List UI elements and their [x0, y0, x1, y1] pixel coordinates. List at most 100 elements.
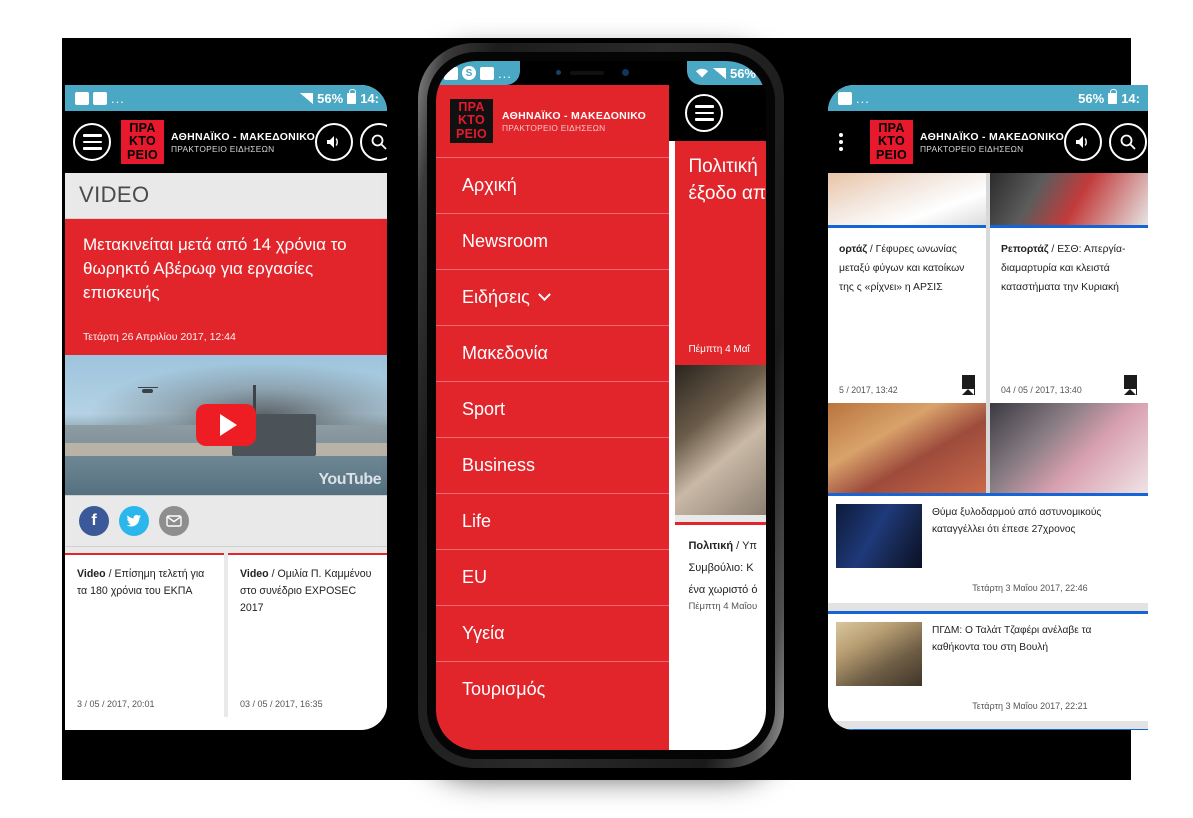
brand-logo[interactable]: ΠΡΑ ΚΤΟ ΡΕΙΟ ΑΘΗΝΑΪΚΟ - ΜΑΚΕΔΟΝΙΚΟ ΠΡΑΚΤ…	[121, 120, 315, 164]
card-date: 03 / 05 / 2017, 16:35	[240, 699, 323, 709]
sound-button[interactable]	[315, 123, 354, 161]
clock-label: 14:	[1121, 90, 1140, 106]
list-item[interactable]: Πολιτική / Υπ Συμβούλιο: Κ ένα χωριστό ό…	[675, 522, 766, 622]
list-item[interactable]: Θύμα ξυλοδαρμού από αστυνομικούς καταγγέ…	[828, 493, 1148, 603]
center-phone-screen: S ... 56% ΠΡΑ ΚΤΟ ΡΕΙΟ ΑΘΗΝΑΪΚΟ - ΜΑΚΕΔΟ…	[436, 61, 766, 750]
brand-text: ΑΘΗΝΑΪΚΟ - ΜΑΚΕΔΟΝΙΚΟ ΠΡΑΚΤΟΡΕΙΟ ΕΙΔΗΣΕΩ…	[920, 131, 1064, 154]
status-overflow-dots: ...	[498, 65, 512, 81]
twitter-share-button[interactable]	[119, 506, 149, 536]
logo-line-3: ΡΕΙΟ	[455, 126, 488, 141]
youtube-play-button[interactable]	[196, 404, 256, 446]
status-right-group: 56% 14:	[300, 88, 387, 106]
status-overflow-dots: ...	[856, 90, 870, 106]
card-title: Video / Ομιλία Π. Καμμένου στο συνέδριο …	[240, 566, 375, 617]
menu-item-sport[interactable]: Sport	[436, 381, 670, 437]
tile-kicker: ορτάζ	[839, 244, 868, 255]
menu-button[interactable]	[73, 123, 111, 161]
card-date: Πέμπτη 4 Μαΐου	[688, 601, 758, 612]
card-kicker: Πολιτική	[688, 540, 734, 552]
search-button[interactable]	[1109, 123, 1148, 161]
status-right-group: 56% 14:	[1078, 88, 1148, 106]
brand-subtitle: ΠΡΑΚΤΟΡΕΙΟ ΕΙΔΗΣΕΩΝ	[502, 122, 606, 133]
menu-item-tourismos[interactable]: Τουρισμός	[436, 661, 670, 717]
bookmark-icon[interactable]	[1124, 375, 1137, 395]
more-vertical-icon	[839, 133, 843, 151]
list-item[interactable]: ορτάζ / Γέφυρες ωνωνίας μεταξύ φύγων και…	[828, 225, 986, 403]
menu-item-life[interactable]: Life	[436, 493, 670, 549]
right-app-bar: ΠΡΑ ΚΤΟ ΡΕΙΟ ΑΘΗΝΑΪΚΟ - ΜΑΚΕΔΟΝΙΚΟ ΠΡΑΚΤ…	[828, 111, 1148, 173]
chevron-down-icon	[537, 288, 551, 302]
list-item-thumbnail	[836, 504, 922, 568]
drawer-close-area	[669, 85, 766, 141]
list-item-body: Θύμα ξυλοδαρμού από αστυνομικούς καταγγέ…	[932, 504, 1128, 593]
menu-item-makedonia[interactable]: Μακεδονία	[436, 325, 670, 381]
hero-title-line-2: έξοδο απ	[688, 183, 766, 204]
bookmark-icon[interactable]	[962, 375, 975, 395]
right-phone-mockup: ... 56% 14: ΠΡΑ ΚΤΟ ΡΕΙΟ ΑΘΗΝΑΪΚΟ - ΜΑΚΕ…	[828, 85, 1148, 730]
divider	[675, 515, 766, 522]
list-item[interactable]: Video / Ομιλία Π. Καμμένου στο συνέδριο …	[228, 553, 387, 717]
sound-button[interactable]	[1064, 123, 1103, 161]
left-phone-mockup: ... 56% 14: ΠΡΑ ΚΤΟ ΡΕΙΟ ΑΘΗΝΑΪΚΟ - ΜΑΚΕ…	[65, 85, 387, 730]
video-card-list: Video / Επίσημη τελετή για τα 180 χρόνια…	[65, 547, 387, 717]
tile-title: Ρεπορτάζ / ΕΣΘ: Απεργία-διαμαρτυρία και …	[1001, 240, 1137, 297]
hero-photo-helicopter	[138, 386, 159, 393]
hero-article[interactable]: Μετακινείται μετά από 14 χρόνια το θωρηκ…	[65, 219, 387, 355]
hero-date: Πέμπτη 4 Μαΐ	[688, 344, 750, 355]
divider	[828, 721, 1148, 729]
signal-bars-icon	[300, 92, 314, 104]
tile-photo	[990, 173, 1148, 225]
list-item[interactable]: ΠΓΔΜ: Ο Ταλάτ Τζαφέρι ανέλαβε τα καθήκον…	[828, 611, 1148, 721]
earpiece-speaker-icon	[570, 71, 604, 75]
brand-title: ΑΘΗΝΑΪΚΟ - ΜΑΚΕΔΟΝΙΚΟ	[502, 109, 647, 122]
status-right-group: 56%	[686, 61, 766, 85]
close-drawer-button[interactable]	[685, 94, 724, 132]
center-phone-mockup: S ... 56% ΠΡΑ ΚΤΟ ΡΕΙΟ ΑΘΗΝΑΪΚΟ - ΜΑΚΕΔΟ…	[418, 43, 784, 768]
menu-item-label: Τουρισμός	[462, 679, 546, 699]
menu-item-eidiseis[interactable]: Ειδήσεις	[436, 269, 670, 325]
brand-text: ΑΘΗΝΑΪΚΟ - ΜΑΚΕΔΟΝΙΚΟ ΠΡΑΚΤΟΡΕΙΟ ΕΙΔΗΣΕΩ…	[171, 131, 315, 154]
list-item[interactable]: Video / Επίσημη τελετή για τα 180 χρόνια…	[65, 553, 224, 717]
status-left-group: S ...	[436, 61, 520, 85]
hamburger-icon	[694, 105, 714, 121]
section-title: VIDEO	[65, 173, 387, 219]
hero-article[interactable]: Πολιτική έξοδο απ Πέμπτη 4 Μαΐ	[675, 141, 766, 365]
brand-subtitle: ΠΡΑΚΤΟΡΕΙΟ ΕΙΔΗΣΕΩΝ	[171, 143, 275, 154]
facebook-share-button[interactable]: f	[79, 506, 109, 536]
overflow-menu-button[interactable]	[828, 123, 860, 161]
brand-logo[interactable]: ΠΡΑ ΚΤΟ ΡΕΙΟ ΑΘΗΝΑΪΚΟ - ΜΑΚΕΔΟΝΙΚΟ ΠΡΑΚΤ…	[870, 120, 1064, 164]
divider	[828, 603, 1148, 611]
left-app-bar: ΠΡΑ ΚΤΟ ΡΕΙΟ ΑΘΗΝΑΪΚΟ - ΜΑΚΕΔΟΝΙΚΟ ΠΡΑΚΤ…	[65, 111, 387, 173]
tile-grid: ορτάζ / Γέφυρες ωνωνίας μεταξύ φύγων και…	[828, 225, 1148, 403]
article-photo	[990, 403, 1148, 493]
drawer-menu-list: Αρχική Newsroom Ειδήσεις Μακεδονία Sport…	[436, 157, 670, 750]
card-title: Video / Επίσημη τελετή για τα 180 χρόνια…	[77, 566, 212, 600]
logo-line-1: ΠΡΑ	[129, 120, 156, 135]
menu-item-label: EU	[462, 567, 488, 587]
tile-date: 04 / 05 / 2017, 13:40	[1001, 385, 1082, 395]
email-share-button[interactable]	[159, 506, 189, 536]
hero-video-player[interactable]: YouTube	[65, 355, 387, 495]
list-item-date: Τετάρτη 3 Μαΐου 2017, 22:46	[972, 583, 1088, 593]
list-item[interactable]: Στο αρχείο υπόθεση για την οποία κατηγορ…	[828, 729, 1148, 730]
list-item-date: Τετάρτη 3 Μαΐου 2017, 22:21	[972, 701, 1088, 711]
speaker-icon	[1076, 136, 1088, 148]
menu-item-arxiki[interactable]: Αρχική	[436, 157, 670, 213]
menu-item-eu[interactable]: EU	[436, 549, 670, 605]
list-item[interactable]: Ρεπορτάζ / ΕΣΘ: Απεργία-διαμαρτυρία και …	[990, 225, 1148, 403]
logo-line-1: ΠΡΑ	[878, 120, 905, 135]
wifi-icon	[695, 68, 708, 78]
lock-icon	[347, 88, 357, 104]
signal-bars-icon	[712, 67, 726, 79]
center-screen-body: ΠΡΑ ΚΤΟ ΡΕΙΟ ΑΘΗΝΑΪΚΟ - ΜΑΚΕΔΟΝΙΚΟ ΠΡΑΚΤ…	[436, 85, 766, 750]
menu-item-newsroom[interactable]: Newsroom	[436, 213, 670, 269]
menu-item-ygeia[interactable]: Υγεία	[436, 605, 670, 661]
menu-item-label: Life	[462, 511, 492, 531]
logo-line-3: ΡΕΙΟ	[126, 147, 159, 162]
article-photo	[828, 403, 986, 493]
logo-line-1: ΠΡΑ	[458, 99, 485, 114]
search-button[interactable]	[360, 123, 387, 161]
news-icon	[838, 91, 852, 105]
menu-item-business[interactable]: Business	[436, 437, 670, 493]
hero-title: Μετακινείται μετά από 14 χρόνια το θωρηκ…	[83, 235, 347, 302]
